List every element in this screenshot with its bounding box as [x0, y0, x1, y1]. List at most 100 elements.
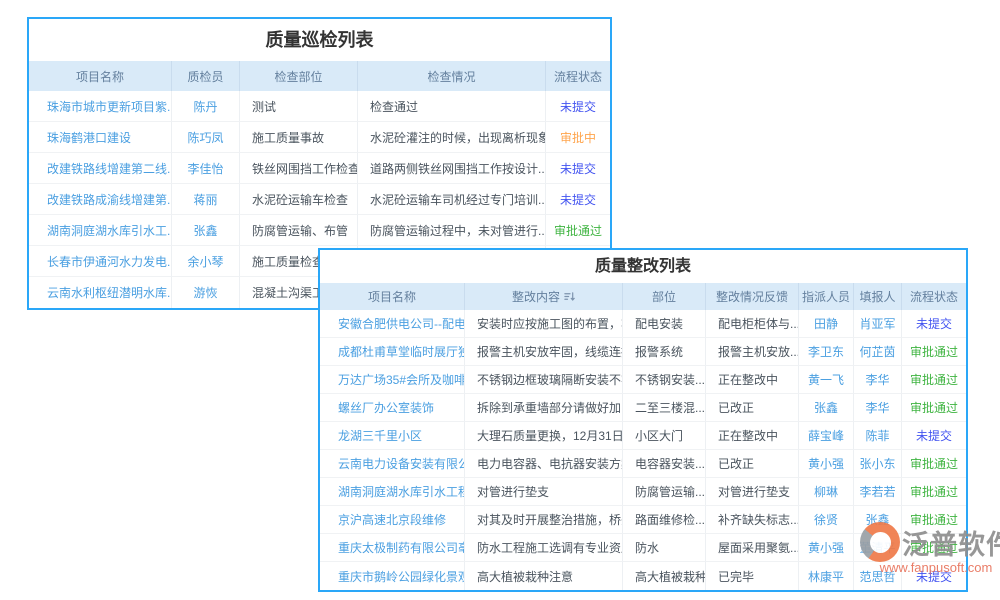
project-link[interactable]: 珠海鹤港口建设 [29, 122, 172, 153]
cell-part: 施工质量事故 [240, 122, 358, 153]
reporter-link[interactable]: 肖亚军 [854, 310, 902, 338]
status-text: 未提交 [902, 310, 966, 338]
status-text: 审批通过 [902, 450, 966, 478]
column-header-4: 指派人员 [799, 283, 854, 310]
table-row: 龙湖三千里小区大理石质量更换，12月31日之...小区大门正在整改中薛宝峰陈菲未… [320, 422, 966, 450]
cell-part: 水泥砼运输车检查 [240, 184, 358, 215]
assignee-link[interactable]: 林康平 [799, 562, 854, 590]
reporter-link[interactable]: 李若若 [854, 478, 902, 506]
watermark-url: www.fanpusoft.com [860, 560, 998, 575]
cell-part: 铁丝网围挡工作检查 [240, 153, 358, 184]
status-text: 未提交 [902, 422, 966, 450]
project-link[interactable]: 改建铁路成渝线增建第... [29, 184, 172, 215]
project-link[interactable]: 龙湖三千里小区 [320, 422, 465, 450]
cell-feedback: 已改正 [706, 450, 799, 478]
project-link[interactable]: 云南电力设备安装有限公司20... [320, 450, 465, 478]
project-link[interactable]: 安徽合肥供电公司--配电设备... [320, 310, 465, 338]
cell-part: 高大植被栽种 [623, 562, 706, 590]
inspector-link[interactable]: 游恢 [172, 277, 240, 308]
project-link[interactable]: 长春市伊通河水力发电... [29, 246, 172, 277]
status-text: 未提交 [546, 184, 610, 215]
cell-feedback: 正在整改中 [706, 366, 799, 394]
cell-content: 拆除到承重墙部分请做好加固... [465, 394, 623, 422]
cell-situation: 水泥砼灌注的时候，出现离析现象 [358, 122, 546, 153]
rectification-table-header: 项目名称整改内容部位整改情况反馈指派人员填报人流程状态 [320, 283, 966, 310]
inspector-link[interactable]: 余小琴 [172, 246, 240, 277]
cell-part: 防腐管运输、布管 [240, 215, 358, 246]
table-row: 改建铁路成渝线增建第...蒋丽水泥砼运输车检查水泥砼运输车司机经过专门培训...… [29, 184, 610, 215]
table-row: 改建铁路线增建第二线...李佳怡铁丝网围挡工作检查道路两侧铁丝网围挡工作按设计.… [29, 153, 610, 184]
table-row: 万达广场35#会所及咖啡厅空...不锈钢边框玻璃隔断安装不牢...不锈钢安装..… [320, 366, 966, 394]
assignee-link[interactable]: 李卫东 [799, 338, 854, 366]
inspector-link[interactable]: 李佳怡 [172, 153, 240, 184]
project-link[interactable]: 重庆市鹅岭公园绿化景观提升... [320, 562, 465, 590]
table-row: 螺丝厂办公室装饰拆除到承重墙部分请做好加固...二至三楼混...已改正张鑫李华审… [320, 394, 966, 422]
table-row: 珠海鹤港口建设陈巧凤施工质量事故水泥砼灌注的时候，出现离析现象审批中 [29, 122, 610, 153]
project-link[interactable]: 重庆太极制药有限公司亳州中... [320, 534, 465, 562]
reporter-link[interactable]: 陈菲 [854, 422, 902, 450]
inspection-table-header: 项目名称质检员检查部位检查情况流程状态 [29, 61, 610, 91]
cell-part: 小区大门 [623, 422, 706, 450]
table-row: 成都杜甫草堂临时展厅独立展...报警主机安放牢固，线缆连接...报警系统报警主机… [320, 338, 966, 366]
project-link[interactable]: 湖南洞庭湖水库引水工... [29, 215, 172, 246]
cell-feedback: 配电柜柜体与... [706, 310, 799, 338]
reporter-link[interactable]: 李华 [854, 394, 902, 422]
cell-feedback: 正在整改中 [706, 422, 799, 450]
column-header-4: 流程状态 [546, 61, 610, 91]
cell-part: 电容器安装... [623, 450, 706, 478]
table-row: 云南电力设备安装有限公司20...电力电容器、电抗器安装方案,...电容器安装.… [320, 450, 966, 478]
inspector-link[interactable]: 陈巧凤 [172, 122, 240, 153]
inspection-table-title: 质量巡检列表 [29, 19, 610, 61]
project-link[interactable]: 改建铁路线增建第二线... [29, 153, 172, 184]
sort-amount-icon[interactable] [564, 291, 575, 302]
cell-content: 电力电容器、电抗器安装方案,... [465, 450, 623, 478]
column-header-1[interactable]: 整改内容 [465, 283, 623, 310]
assignee-link[interactable]: 柳琳 [799, 478, 854, 506]
column-header-0: 项目名称 [320, 283, 465, 310]
watermark: 泛普软件 www.fanpusoft.com [860, 522, 998, 575]
assignee-link[interactable]: 张鑫 [799, 394, 854, 422]
reporter-link[interactable]: 何芷茵 [854, 338, 902, 366]
assignee-link[interactable]: 黄小强 [799, 450, 854, 478]
status-text: 审批通过 [546, 215, 610, 246]
project-link[interactable]: 万达广场35#会所及咖啡厅空... [320, 366, 465, 394]
column-header-3: 检查情况 [358, 61, 546, 91]
cell-part: 二至三楼混... [623, 394, 706, 422]
status-text: 审批通过 [902, 366, 966, 394]
assignee-link[interactable]: 黄一飞 [799, 366, 854, 394]
assignee-link[interactable]: 田静 [799, 310, 854, 338]
reporter-link[interactable]: 张小东 [854, 450, 902, 478]
column-header-3: 整改情况反馈 [706, 283, 799, 310]
cell-part: 防腐管运输... [623, 478, 706, 506]
cell-content: 防水工程施工选调有专业资质... [465, 534, 623, 562]
project-link[interactable]: 京沪高速北京段维修 [320, 506, 465, 534]
project-link[interactable]: 云南水利枢纽潜明水库... [29, 277, 172, 308]
status-text: 未提交 [546, 153, 610, 184]
cell-situation: 道路两侧铁丝网围挡工作按设计... [358, 153, 546, 184]
inspector-link[interactable]: 陈丹 [172, 91, 240, 122]
assignee-link[interactable]: 黄小强 [799, 534, 854, 562]
table-row: 湖南洞庭湖水库引水工...张鑫防腐管运输、布管防腐管运输过程中，未对管进行...… [29, 215, 610, 246]
cell-feedback: 已改正 [706, 394, 799, 422]
reporter-link[interactable]: 李华 [854, 366, 902, 394]
column-header-2: 检查部位 [240, 61, 358, 91]
table-row: 珠海市城市更新项目紫...陈丹测试检查通过未提交 [29, 91, 610, 122]
fanpu-logo-icon [860, 522, 900, 562]
assignee-link[interactable]: 徐贤 [799, 506, 854, 534]
project-link[interactable]: 珠海市城市更新项目紫... [29, 91, 172, 122]
watermark-brand: 泛普软件 [902, 523, 1000, 562]
cell-part: 测试 [240, 91, 358, 122]
inspector-link[interactable]: 蒋丽 [172, 184, 240, 215]
assignee-link[interactable]: 薛宝峰 [799, 422, 854, 450]
project-link[interactable]: 螺丝厂办公室装饰 [320, 394, 465, 422]
cell-content: 大理石质量更换，12月31日之... [465, 422, 623, 450]
status-text: 审批通过 [902, 338, 966, 366]
status-text: 未提交 [546, 91, 610, 122]
cell-part: 报警系统 [623, 338, 706, 366]
project-link[interactable]: 成都杜甫草堂临时展厅独立展... [320, 338, 465, 366]
cell-situation: 水泥砼运输车司机经过专门培训... [358, 184, 546, 215]
inspector-link[interactable]: 张鑫 [172, 215, 240, 246]
cell-feedback: 对管进行垫支 [706, 478, 799, 506]
project-link[interactable]: 湖南洞庭湖水库引水工程施工标 [320, 478, 465, 506]
cell-content: 报警主机安放牢固，线缆连接... [465, 338, 623, 366]
